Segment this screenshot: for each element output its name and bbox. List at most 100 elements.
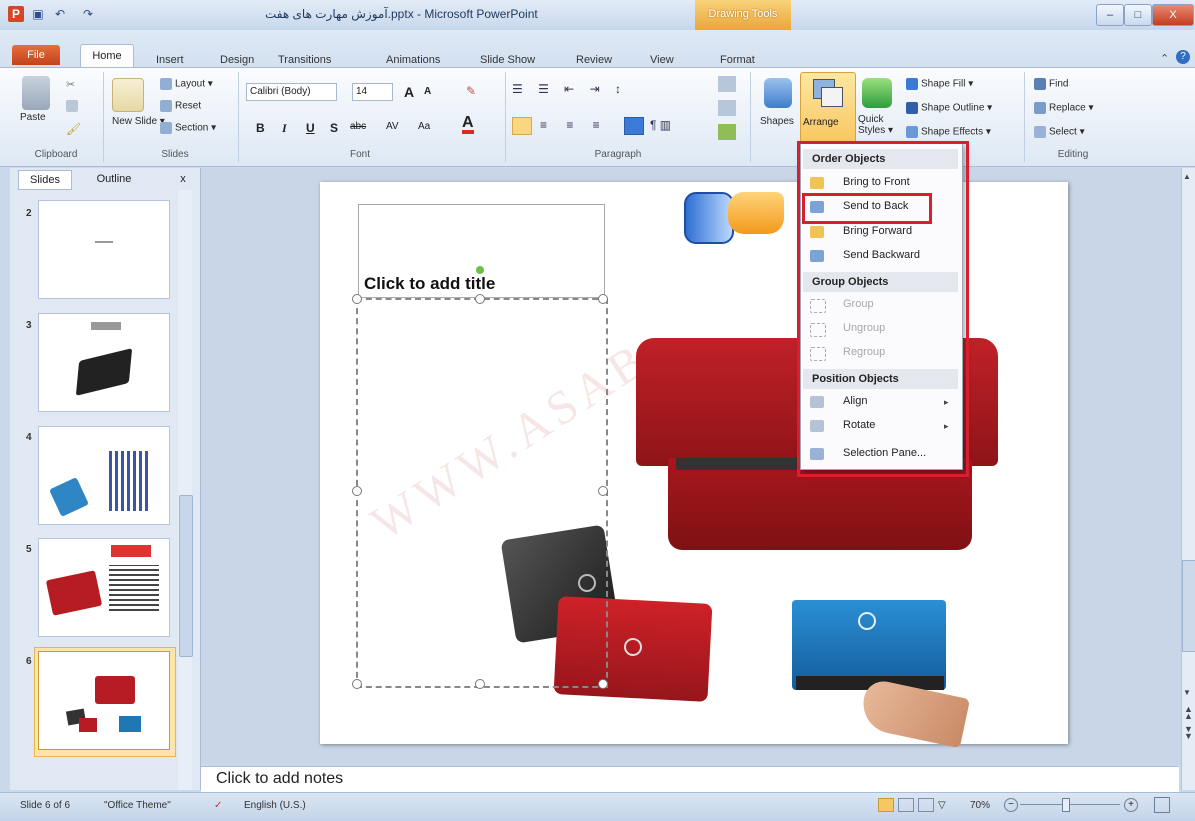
tab-slide-show[interactable]: Slide Show	[480, 54, 535, 66]
slide-thumbnail-4[interactable]	[38, 426, 170, 525]
tab-slides-pane[interactable]: Slides	[18, 170, 72, 190]
italic-button[interactable]: I	[282, 121, 287, 136]
tab-outline-pane[interactable]: Outline	[84, 170, 144, 188]
new-slide-button[interactable]: New Slide ▾	[112, 116, 165, 127]
arrange-button[interactable]: Arrange	[800, 72, 856, 150]
zoom-slider-track[interactable]	[1020, 804, 1120, 805]
layout-button[interactable]: Layout ▾	[160, 78, 213, 90]
shapes-button[interactable]: Shapes	[760, 116, 794, 127]
quick-styles-button[interactable]: Quick Styles ▾	[858, 114, 894, 136]
tab-design[interactable]: Design	[220, 54, 254, 66]
resize-handle[interactable]	[475, 294, 485, 304]
copy-icon[interactable]	[66, 100, 78, 112]
group-item[interactable]: Group	[843, 298, 874, 310]
align-item[interactable]: Align	[843, 395, 867, 407]
scroll-down-icon[interactable]: ▼	[1183, 688, 1191, 697]
font-size-combo[interactable]: 14	[352, 83, 393, 101]
pointing-hand-icon[interactable]	[684, 192, 734, 244]
slideshow-icon[interactable]: ▽	[938, 800, 946, 811]
slides-panel-scrollbar[interactable]	[178, 190, 192, 790]
bold-button[interactable]: B	[256, 121, 265, 135]
zoom-slider-thumb[interactable]	[1062, 798, 1070, 812]
regroup-item[interactable]: Regroup	[843, 346, 885, 358]
format-painter-icon[interactable]: 🖌	[66, 122, 81, 136]
find-button[interactable]: Find	[1034, 78, 1068, 90]
shadow-button[interactable]: S	[330, 121, 338, 135]
section-button[interactable]: Section ▾	[160, 122, 216, 134]
select-button[interactable]: Select ▾	[1034, 126, 1085, 138]
rotation-handle[interactable]	[476, 266, 484, 274]
notes-placeholder[interactable]: Click to add notes	[216, 770, 343, 788]
resize-handle[interactable]	[352, 679, 362, 689]
shape-fill-button[interactable]: Shape Fill ▾	[906, 78, 973, 90]
resize-handle[interactable]	[352, 486, 362, 496]
bring-forward-item[interactable]: Bring Forward	[843, 225, 912, 237]
resize-handle[interactable]	[598, 679, 608, 689]
shape-outline-button[interactable]: Shape Outline ▾	[906, 102, 992, 114]
slide-sorter-icon[interactable]	[898, 798, 914, 812]
prev-slide-icon[interactable]: ▲ ▲	[1184, 705, 1193, 721]
send-backward-item[interactable]: Send Backward	[843, 249, 920, 261]
redo-icon[interactable]: ↷	[80, 6, 96, 22]
align-text-button[interactable]	[718, 100, 736, 116]
align-left-icon[interactable]	[512, 117, 532, 135]
bullets-icon[interactable]: ☰ ☰ ⇤ ⇥ ↕	[512, 82, 627, 96]
fit-slide-icon[interactable]	[1154, 797, 1170, 813]
strikethrough-button[interactable]: abc	[350, 121, 366, 132]
minimize-button[interactable]: –	[1096, 4, 1124, 26]
slides-panel-scroll-thumb[interactable]	[179, 495, 193, 657]
scroll-thumb[interactable]	[1182, 560, 1195, 652]
tab-animations[interactable]: Animations	[386, 54, 440, 66]
tab-transitions[interactable]: Transitions	[278, 54, 331, 66]
resize-handle[interactable]	[598, 486, 608, 496]
slide-thumbnail-6[interactable]	[38, 651, 170, 750]
notes-pane[interactable]	[201, 766, 1179, 793]
change-case-button[interactable]: Aa	[418, 121, 430, 132]
smartart-button[interactable]	[718, 124, 736, 140]
ribbon-minimize-icon[interactable]: ⌃	[1160, 52, 1169, 65]
columns-icon[interactable]: ¶ ▥	[650, 118, 671, 132]
title-placeholder[interactable]: Click to add title	[364, 274, 495, 294]
reset-button[interactable]: Reset	[160, 100, 201, 112]
slide-thumbnail-5[interactable]	[38, 538, 170, 637]
scroll-up-icon[interactable]: ▲	[1183, 172, 1191, 181]
selection-pane-item[interactable]: Selection Pane...	[843, 447, 926, 459]
text-direction-button[interactable]	[718, 76, 736, 92]
zoom-in-button[interactable]: +	[1124, 798, 1138, 812]
zoom-level[interactable]: 70%	[970, 800, 990, 811]
spelling-icon[interactable]: ✓	[214, 800, 222, 811]
clear-formatting-icon[interactable]: ✎	[466, 84, 476, 98]
bring-to-front-item[interactable]: Bring to Front	[843, 176, 910, 188]
close-pane-icon[interactable]: x	[176, 170, 190, 188]
replace-button[interactable]: Replace ▾	[1034, 102, 1094, 114]
save-icon[interactable]: ▣	[30, 6, 46, 22]
resize-handle[interactable]	[598, 294, 608, 304]
language-indicator[interactable]: English (U.S.)	[244, 800, 306, 811]
maximize-button[interactable]: □	[1124, 4, 1152, 26]
grow-font-button[interactable]: A	[404, 84, 414, 100]
tab-view[interactable]: View	[650, 54, 674, 66]
tab-insert[interactable]: Insert	[156, 54, 184, 66]
font-color-button[interactable]: A	[462, 115, 474, 134]
help-icon[interactable]: ?	[1176, 50, 1190, 64]
normal-view-icon[interactable]	[878, 798, 894, 812]
align-center-icon[interactable]: ≡ ≡ ≡	[540, 118, 608, 132]
ungroup-item[interactable]: Ungroup	[843, 322, 885, 334]
rotate-item[interactable]: Rotate	[843, 419, 875, 431]
resize-handle[interactable]	[352, 294, 362, 304]
font-name-combo[interactable]: Calibri (Body)	[246, 83, 337, 101]
powerpoint-app-icon[interactable]: P	[8, 6, 24, 22]
character-spacing-button[interactable]: AV	[386, 121, 399, 132]
slide-thumbnail-3[interactable]	[38, 313, 170, 412]
text-direction-icon[interactable]	[624, 117, 644, 135]
next-slide-icon[interactable]: ▼ ▼	[1184, 725, 1193, 741]
zoom-out-button[interactable]: −	[1004, 798, 1018, 812]
reading-view-icon[interactable]	[918, 798, 934, 812]
shrink-font-button[interactable]: A	[424, 86, 431, 97]
selected-content-placeholder[interactable]	[356, 298, 608, 688]
resize-handle[interactable]	[475, 679, 485, 689]
cut-icon[interactable]: ✂	[66, 78, 78, 91]
tab-home[interactable]: Home	[80, 44, 134, 69]
slide-thumbnail-2[interactable]	[38, 200, 170, 299]
tab-format[interactable]: Format	[720, 54, 755, 66]
